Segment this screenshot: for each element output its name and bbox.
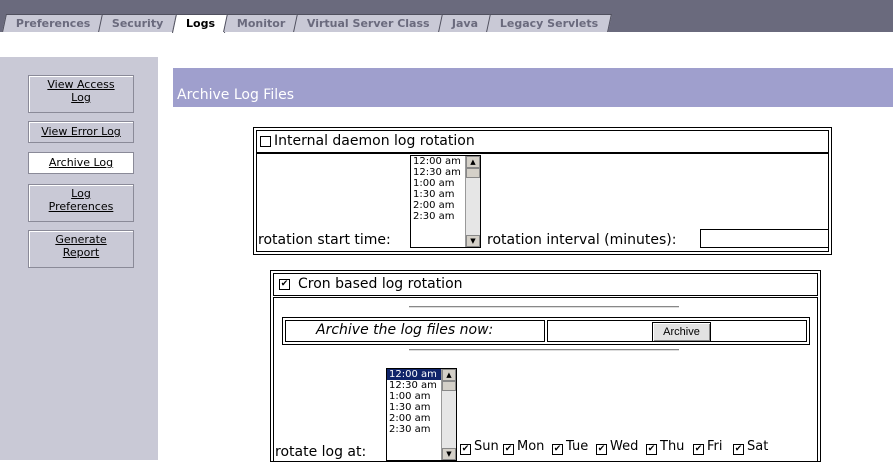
- archive-now-label: Archive the log files now:: [316, 322, 494, 338]
- rotation-interval-input[interactable]: [700, 229, 829, 248]
- tab-security[interactable]: Security: [98, 14, 178, 32]
- day-tue[interactable]: ✔ Tue: [552, 439, 588, 455]
- scroll-thumb[interactable]: [466, 168, 480, 178]
- day-fri[interactable]: ✔ Fri: [693, 439, 723, 455]
- archive-button[interactable]: Archive: [652, 322, 711, 342]
- rotate-log-time-select[interactable]: 12:00 am 12:30 am 1:00 am 1:30 am 2:00 a…: [386, 368, 457, 461]
- tab-list: Preferences Security Logs Monitor Virtua…: [2, 14, 613, 33]
- day-mon[interactable]: ✔ Mon: [503, 439, 544, 455]
- sidebar-item-view-access-log[interactable]: View Access Log: [28, 75, 134, 113]
- cron-rotation-header: ✔ Cron based log rotation: [273, 273, 818, 296]
- daemon-rotation-panel: Internal daemon log rotation rotation st…: [253, 127, 832, 255]
- divider: [409, 349, 679, 351]
- scroll-up-icon[interactable]: ▲: [466, 156, 480, 168]
- rotation-start-time-select[interactable]: 12:00 am 12:30 am 1:00 am 1:30 am 2:00 a…: [410, 155, 481, 248]
- day-sun-checkbox[interactable]: ✔: [460, 444, 471, 455]
- rotate-log-at-label: rotate log at:: [275, 444, 367, 460]
- day-wed[interactable]: ✔ Wed: [596, 439, 638, 455]
- day-thu-checkbox[interactable]: ✔: [646, 444, 657, 455]
- cron-rotation-settings: Archive the log files now: Archive rotat…: [273, 297, 818, 462]
- tab-virtual-server-class[interactable]: Virtual Server Class: [293, 14, 444, 32]
- cron-rotation-panel: ✔ Cron based log rotation Archive the lo…: [270, 270, 821, 462]
- day-tue-checkbox[interactable]: ✔: [552, 444, 563, 455]
- rotation-start-time-label: rotation start time:: [258, 232, 391, 248]
- tab-bar: Preferences Security Logs Monitor Virtua…: [0, 0, 893, 33]
- archive-button-cell: Archive: [547, 320, 807, 342]
- sidebar-item-log-preferences[interactable]: Log Preferences: [28, 184, 134, 222]
- day-sun[interactable]: ✔ Sun: [460, 439, 499, 455]
- sidebar-item-archive-log[interactable]: Archive Log: [28, 152, 134, 174]
- daemon-rotation-label: Internal daemon log rotation: [274, 133, 475, 149]
- day-mon-checkbox[interactable]: ✔: [503, 444, 514, 455]
- page-title: Archive Log Files: [177, 87, 295, 103]
- tab-monitor[interactable]: Monitor: [222, 14, 300, 32]
- cron-rotation-label: Cron based log rotation: [298, 276, 463, 292]
- tab-legacy-servlets[interactable]: Legacy Servlets: [486, 14, 613, 32]
- day-fri-checkbox[interactable]: ✔: [693, 444, 704, 455]
- scroll-down-icon[interactable]: ▼: [442, 448, 456, 460]
- archive-now-row: Archive the log files now: Archive: [282, 317, 810, 345]
- scrollbar[interactable]: ▲ ▼: [465, 156, 480, 247]
- tab-logs[interactable]: Logs: [171, 14, 229, 33]
- day-sat[interactable]: ✔ Sat: [733, 439, 768, 455]
- daemon-rotation-settings: rotation start time: 12:00 am 12:30 am 1…: [256, 153, 829, 252]
- daemon-rotation-header: Internal daemon log rotation: [256, 130, 829, 153]
- divider: [409, 306, 679, 308]
- scroll-thumb[interactable]: [442, 381, 456, 391]
- page-title-bar: Archive Log Files: [173, 68, 893, 107]
- day-thu[interactable]: ✔ Thu: [646, 439, 684, 455]
- tab-java[interactable]: Java: [437, 14, 492, 32]
- scroll-up-icon[interactable]: ▲: [442, 369, 456, 381]
- daemon-rotation-checkbox[interactable]: [260, 136, 271, 147]
- day-sat-checkbox[interactable]: ✔: [733, 444, 744, 455]
- sidebar-item-view-error-log[interactable]: View Error Log: [28, 121, 134, 143]
- tab-preferences[interactable]: Preferences: [2, 14, 105, 32]
- scrollbar[interactable]: ▲ ▼: [441, 369, 456, 460]
- archive-now-label-cell: Archive the log files now:: [285, 320, 545, 342]
- sidebar: View Access Log View Error Log Archive L…: [0, 57, 158, 460]
- cron-rotation-checkbox[interactable]: ✔: [279, 279, 290, 290]
- sidebar-item-generate-report[interactable]: Generate Report: [28, 230, 134, 268]
- day-wed-checkbox[interactable]: ✔: [596, 444, 607, 455]
- scroll-down-icon[interactable]: ▼: [466, 235, 480, 247]
- rotation-interval-label: rotation interval (minutes):: [487, 232, 677, 248]
